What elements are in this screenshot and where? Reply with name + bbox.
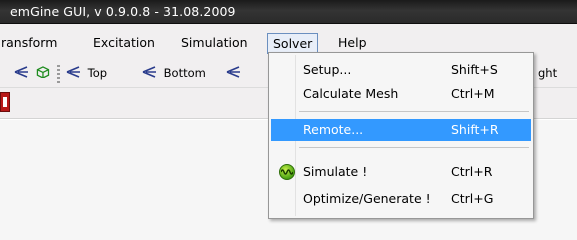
view-right-button[interactable]: ght: [538, 66, 557, 80]
menu-simulation[interactable]: Simulation: [181, 34, 248, 54]
toolbar-grip[interactable]: [57, 65, 60, 83]
menu-item-shortcut: Ctrl+G: [451, 191, 494, 206]
menu-help[interactable]: Help: [338, 34, 367, 54]
stop-icon[interactable]: [0, 92, 10, 112]
solver-menu: Setup... Shift+S Calculate Mesh Ctrl+M R…: [268, 52, 534, 219]
menu-item-label: Optimize/Generate !: [303, 191, 431, 206]
menu-item-remote[interactable]: Remote... Shift+R: [271, 119, 531, 141]
view-top-label: Top: [87, 66, 108, 80]
cube-icon: [36, 66, 50, 78]
menu-excitation[interactable]: Excitation: [93, 34, 155, 54]
window-title: emGine GUI, v 0.9.0.8 - 31.08.2009: [10, 4, 236, 19]
menu-item-label: Simulate !: [303, 164, 368, 179]
menu-item-calculate-mesh[interactable]: Calculate Mesh Ctrl+M: [271, 83, 531, 105]
view-arrow-icon: [226, 66, 240, 78]
menu-item-shortcut: Shift+S: [451, 62, 498, 77]
view-left-side-button[interactable]: [226, 66, 244, 80]
view-bottom-button[interactable]: Bottom: [142, 66, 206, 80]
view-arrow-icon: [66, 66, 80, 78]
menu-separator: [299, 147, 529, 148]
menu-item-shortcut: Ctrl+M: [451, 86, 495, 101]
view-arrow-icon: [142, 66, 156, 78]
menu-item-shortcut: Shift+R: [451, 122, 499, 137]
view-bottom-label: Bottom: [163, 66, 206, 80]
menu-item-optimize-generate[interactable]: Optimize/Generate ! Ctrl+G: [271, 188, 531, 210]
menu-item-setup[interactable]: Setup... Shift+S: [271, 59, 531, 81]
simulate-icon: [279, 164, 295, 180]
menu-item-simulate[interactable]: Simulate ! Ctrl+R: [271, 161, 531, 183]
title-bar: emGine GUI, v 0.9.0.8 - 31.08.2009: [0, 0, 577, 24]
view-top-button[interactable]: Top: [66, 66, 107, 80]
view-left-button[interactable]: [14, 66, 32, 80]
view-arrow-icon: [14, 66, 28, 78]
menu-item-shortcut: Ctrl+R: [451, 164, 493, 179]
menu-item-label: Remote...: [303, 122, 364, 137]
menu-solver[interactable]: Solver: [267, 33, 319, 54]
menu-separator: [299, 111, 529, 112]
menu-item-label: Calculate Mesh: [303, 86, 399, 101]
menu-transform[interactable]: ransform: [1, 34, 57, 54]
menu-item-label: Setup...: [303, 62, 352, 77]
view-right-label: ght: [538, 66, 558, 80]
view-3d-button[interactable]: [35, 66, 53, 80]
